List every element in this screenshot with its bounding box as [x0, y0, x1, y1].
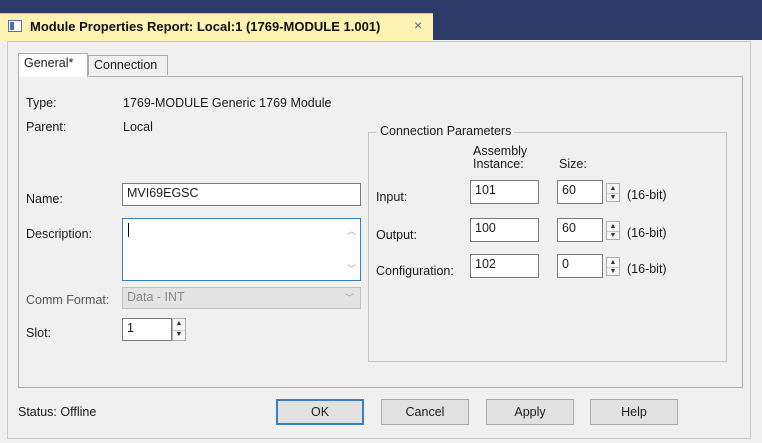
comm-format-select: Data - INT ﹀: [122, 287, 361, 309]
scroll-up-icon[interactable]: ︿: [347, 224, 356, 237]
comm-format-label: Comm Format:: [26, 293, 110, 307]
status-text: Status: Offline: [18, 405, 97, 419]
name-label: Name:: [26, 192, 63, 206]
apply-button[interactable]: Apply: [486, 399, 574, 425]
description-field[interactable]: ︿ ﹀: [122, 218, 361, 281]
tab-general[interactable]: General*: [18, 53, 88, 77]
output-instance-value: 100: [475, 221, 496, 235]
scroll-down-icon[interactable]: ﹀: [347, 262, 356, 275]
apply-button-label: Apply: [514, 405, 546, 419]
comm-format-value: Data - INT: [127, 290, 185, 304]
input-label: Input:: [376, 190, 408, 204]
type-label: Type:: [26, 96, 57, 110]
configuration-label: Configuration:: [376, 264, 454, 278]
name-field[interactable]: MVI69EGSC: [122, 183, 361, 206]
parent-value: Local: [123, 120, 153, 134]
configuration-instance-value: 102: [475, 257, 496, 271]
input-instance-value: 101: [475, 183, 496, 197]
tab-general-label: General*: [24, 56, 74, 70]
input-instance-field[interactable]: 101: [470, 180, 539, 204]
spin-down-icon[interactable]: ▼: [607, 267, 619, 276]
slot-field[interactable]: 1: [122, 318, 172, 341]
tab-title: Module Properties Report: Local:1 (1769-…: [30, 19, 381, 34]
configuration-size-value: 0: [562, 257, 569, 271]
cancel-button[interactable]: Cancel: [381, 399, 469, 425]
output-unit: (16-bit): [627, 226, 667, 240]
output-size-value: 60: [562, 221, 576, 235]
slot-label: Slot:: [26, 326, 52, 340]
output-size-field[interactable]: 60: [557, 218, 603, 242]
slot-value: 1: [127, 321, 134, 335]
output-size-spinner[interactable]: ▲ ▼: [606, 221, 620, 240]
input-unit: (16-bit): [627, 188, 667, 202]
description-scrollbar[interactable]: ︿ ﹀: [343, 219, 360, 280]
help-button-label: Help: [621, 405, 647, 419]
chevron-down-icon: ﹀: [344, 293, 354, 303]
configuration-size-field[interactable]: 0: [557, 254, 603, 278]
configuration-size-spinner[interactable]: ▲ ▼: [606, 257, 620, 276]
ok-button-label: OK: [310, 405, 330, 419]
input-size-field[interactable]: 60: [557, 180, 603, 204]
tab-connection[interactable]: Connection: [88, 55, 168, 75]
help-button[interactable]: Help: [590, 399, 678, 425]
ok-button[interactable]: OK: [276, 399, 364, 425]
assembly-header-line2: Instance:: [473, 157, 524, 171]
spin-down-icon[interactable]: ▼: [173, 330, 185, 341]
configuration-unit: (16-bit): [627, 262, 667, 276]
input-size-spinner[interactable]: ▲ ▼: [606, 183, 620, 202]
output-instance-field[interactable]: 100: [470, 218, 539, 242]
spin-down-icon[interactable]: ▼: [607, 193, 619, 202]
cancel-button-label: Cancel: [405, 405, 445, 419]
size-header: Size:: [559, 157, 587, 171]
document-tab[interactable]: Module Properties Report: Local:1 (1769-…: [0, 13, 433, 41]
window-icon: [8, 20, 22, 32]
parent-label: Parent:: [26, 120, 67, 134]
name-value: MVI69EGSC: [127, 186, 199, 200]
text-cursor: [128, 223, 129, 237]
input-size-value: 60: [562, 183, 576, 197]
type-value: 1769-MODULE Generic 1769 Module: [123, 96, 332, 110]
connection-parameters-title: Connection Parameters: [377, 124, 515, 138]
configuration-instance-field[interactable]: 102: [470, 254, 539, 278]
spin-down-icon[interactable]: ▼: [607, 231, 619, 240]
slot-spinner[interactable]: ▲ ▼: [172, 318, 186, 341]
tab-connection-label: Connection: [94, 58, 158, 72]
close-icon[interactable]: ×: [414, 17, 422, 33]
connection-parameters-group: [368, 132, 727, 362]
output-label: Output:: [376, 228, 417, 242]
description-label: Description:: [26, 227, 92, 241]
